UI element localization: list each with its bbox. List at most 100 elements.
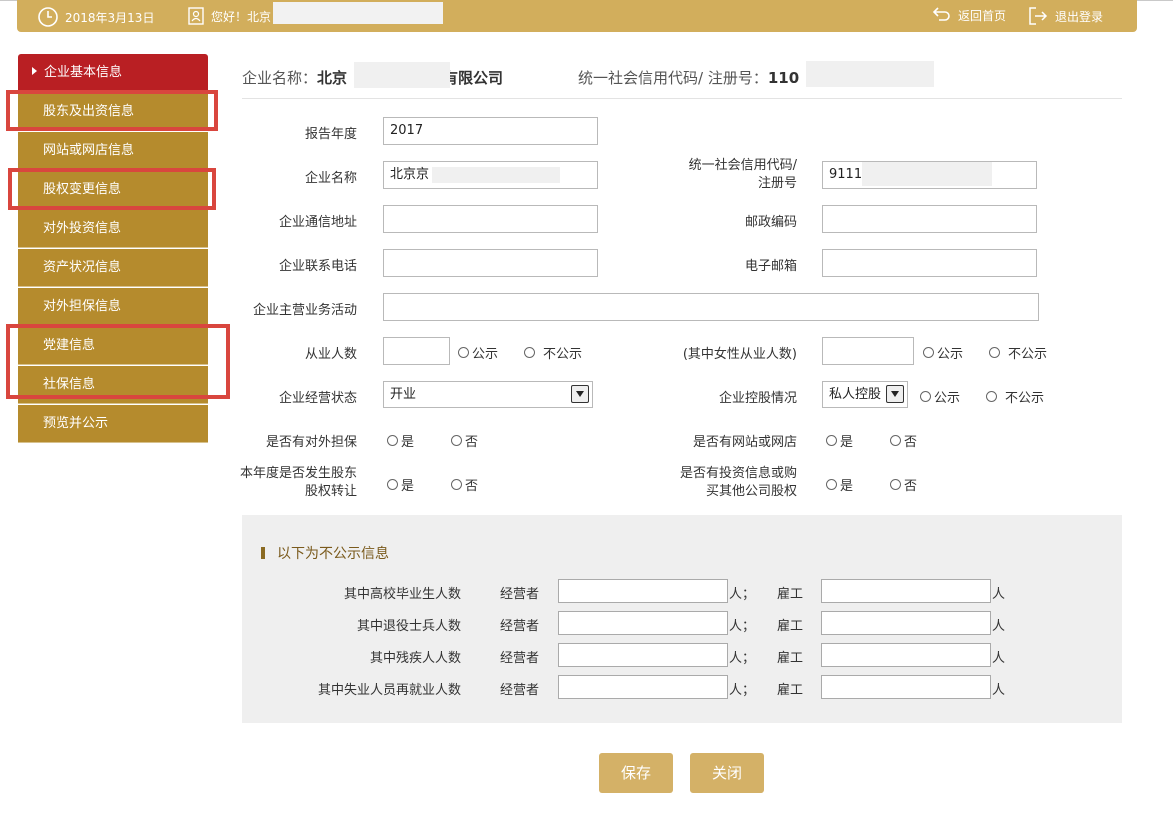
company-name-value: 北京京 <box>390 167 430 182</box>
investment-label-line1: 是否有投资信息或购 <box>679 466 797 481</box>
website-label: 是否有网站或网店 <box>692 435 797 450</box>
logout-link[interactable]: 退出登录 <box>1027 6 1103 26</box>
website-yes-radio[interactable]: 是 <box>826 431 853 450</box>
equity-transfer-label-line2: 股权转让 <box>304 484 357 499</box>
business-activity-field[interactable] <box>383 293 1039 321</box>
disabled-employee-field[interactable] <box>821 643 991 667</box>
graduates-employee-field[interactable] <box>821 579 991 603</box>
email-field[interactable] <box>822 249 1037 277</box>
phone-label: 企业联系电话 <box>278 259 357 274</box>
reemployed-employee-field[interactable] <box>821 675 991 699</box>
employees-field[interactable] <box>383 337 450 365</box>
radio-circle <box>826 479 837 490</box>
operator-label: 经营者 <box>500 651 540 666</box>
website-no-radio[interactable]: 否 <box>890 431 917 450</box>
female-not-public-radio[interactable]: 不公示 <box>989 343 1047 362</box>
business-status-label: 企业经营状态 <box>278 391 357 406</box>
sidebar-item-label: 资产状况信息 <box>43 260 122 275</box>
business-status-select[interactable]: 开业 <box>383 381 593 408</box>
yes-label: 是 <box>401 435 415 450</box>
not-public-label: 不公示 <box>1008 347 1048 362</box>
reemployed-label: 其中失业人员再就业人数 <box>317 683 461 698</box>
graduates-operator-field[interactable] <box>558 579 728 603</box>
radio-circle <box>524 347 535 358</box>
public-label: 公示 <box>937 347 964 362</box>
guarantee-label: 是否有对外担保 <box>265 435 357 450</box>
title-bar-marker <box>261 547 265 559</box>
address-label: 企业通信地址 <box>278 215 357 230</box>
radio-circle <box>920 391 931 402</box>
logout-icon <box>1027 6 1049 26</box>
chevron-down-icon <box>571 385 589 403</box>
credit-code-label-line2: 注册号 <box>757 176 797 191</box>
no-label: 否 <box>904 479 918 494</box>
disabled-operator-field[interactable] <box>558 643 728 667</box>
sidebar-item-preview-publish[interactable]: 预览并公示 <box>18 405 208 443</box>
credit-code-heading: 统一社会信用代码/ 注册号：110 <box>578 67 799 88</box>
highlight-box-equity-change <box>8 168 216 210</box>
user-greeting: 您好！北京 <box>187 6 271 26</box>
phone-field[interactable] <box>383 249 598 277</box>
sidebar-item-guarantee[interactable]: 对外担保信息 <box>18 288 208 326</box>
person-unit: 人； <box>729 619 756 634</box>
radio-circle <box>451 435 462 446</box>
redacted-username <box>273 2 443 24</box>
home-link[interactable]: 返回首页 <box>932 6 1006 24</box>
transfer-yes-radio[interactable]: 是 <box>387 475 414 494</box>
female-employees-field[interactable] <box>822 337 914 365</box>
sidebar-item-label: 对外投资信息 <box>43 221 122 236</box>
business-status-value: 开业 <box>390 387 417 402</box>
chevron-down-icon <box>886 385 904 403</box>
investment-yes-radio[interactable]: 是 <box>826 475 853 494</box>
holding-not-public-radio[interactable]: 不公示 <box>986 387 1044 406</box>
equity-transfer-label-line1: 本年度是否发生股东 <box>239 466 357 481</box>
holding-select[interactable]: 私人控股 <box>822 381 908 408</box>
greeting-text: 您好！北京 <box>211 9 272 24</box>
sidebar-item-website[interactable]: 网站或网店信息 <box>18 132 208 170</box>
back-arrow-icon <box>932 6 952 24</box>
employees-label: 从业人数 <box>304 347 357 362</box>
person-unit: 人 <box>992 587 1006 602</box>
radio-circle <box>387 479 398 490</box>
holding-public-radio[interactable]: 公示 <box>920 387 960 406</box>
close-button[interactable]: 关闭 <box>690 753 764 793</box>
veterans-employee-field[interactable] <box>821 611 991 635</box>
redacted-credit-code <box>806 61 934 87</box>
female-public-radio[interactable]: 公示 <box>923 343 963 362</box>
sidebar-item-label: 预览并公示 <box>43 416 109 431</box>
veterans-operator-field[interactable] <box>558 611 728 635</box>
top-bar: 2018年3月13日 您好！北京 返回首页 退出登录 <box>17 0 1137 32</box>
guarantee-no-radio[interactable]: 否 <box>451 431 478 450</box>
employees-not-public-radio[interactable]: 不公示 <box>524 343 582 362</box>
postcode-field[interactable] <box>822 205 1037 233</box>
holding-label: 企业控股情况 <box>718 391 797 406</box>
operator-label: 经营者 <box>500 683 540 698</box>
logout-link-label[interactable]: 退出登录 <box>1055 8 1103 25</box>
investment-no-radio[interactable]: 否 <box>890 475 917 494</box>
person-unit: 人 <box>992 619 1006 634</box>
date-text: 2018年3月13日 <box>65 10 155 25</box>
home-link-label[interactable]: 返回首页 <box>958 7 1006 24</box>
person-unit: 人； <box>729 587 756 602</box>
company-name-heading-label: 企业名称： <box>242 69 318 87</box>
reemployed-operator-field[interactable] <box>558 675 728 699</box>
address-field[interactable] <box>383 205 598 233</box>
sidebar-item-assets[interactable]: 资产状况信息 <box>18 249 208 287</box>
employees-public-radio[interactable]: 公示 <box>458 343 498 362</box>
guarantee-yes-radio[interactable]: 是 <box>387 431 414 450</box>
credit-code-prefix: 110 <box>767 69 800 87</box>
female-employees-label: (其中女性从业人数) <box>682 347 797 362</box>
credit-code-label-line1: 统一社会信用代码/ <box>688 158 797 173</box>
non-public-title: 以下为不公示信息 <box>261 543 389 563</box>
credit-code-value: 9111 <box>829 167 863 182</box>
sidebar-item-basic-info[interactable]: 企业基本信息 <box>18 54 208 92</box>
save-button[interactable]: 保存 <box>599 753 673 793</box>
sidebar-item-investment[interactable]: 对外投资信息 <box>18 210 208 248</box>
company-name-suffix: 有限公司 <box>443 69 504 87</box>
report-year-field[interactable]: 2017 <box>383 117 598 145</box>
yes-label: 是 <box>840 435 854 450</box>
yes-label: 是 <box>840 479 854 494</box>
user-badge-icon <box>187 6 205 26</box>
sidebar-item-label: 对外担保信息 <box>43 299 122 314</box>
transfer-no-radio[interactable]: 否 <box>451 475 478 494</box>
